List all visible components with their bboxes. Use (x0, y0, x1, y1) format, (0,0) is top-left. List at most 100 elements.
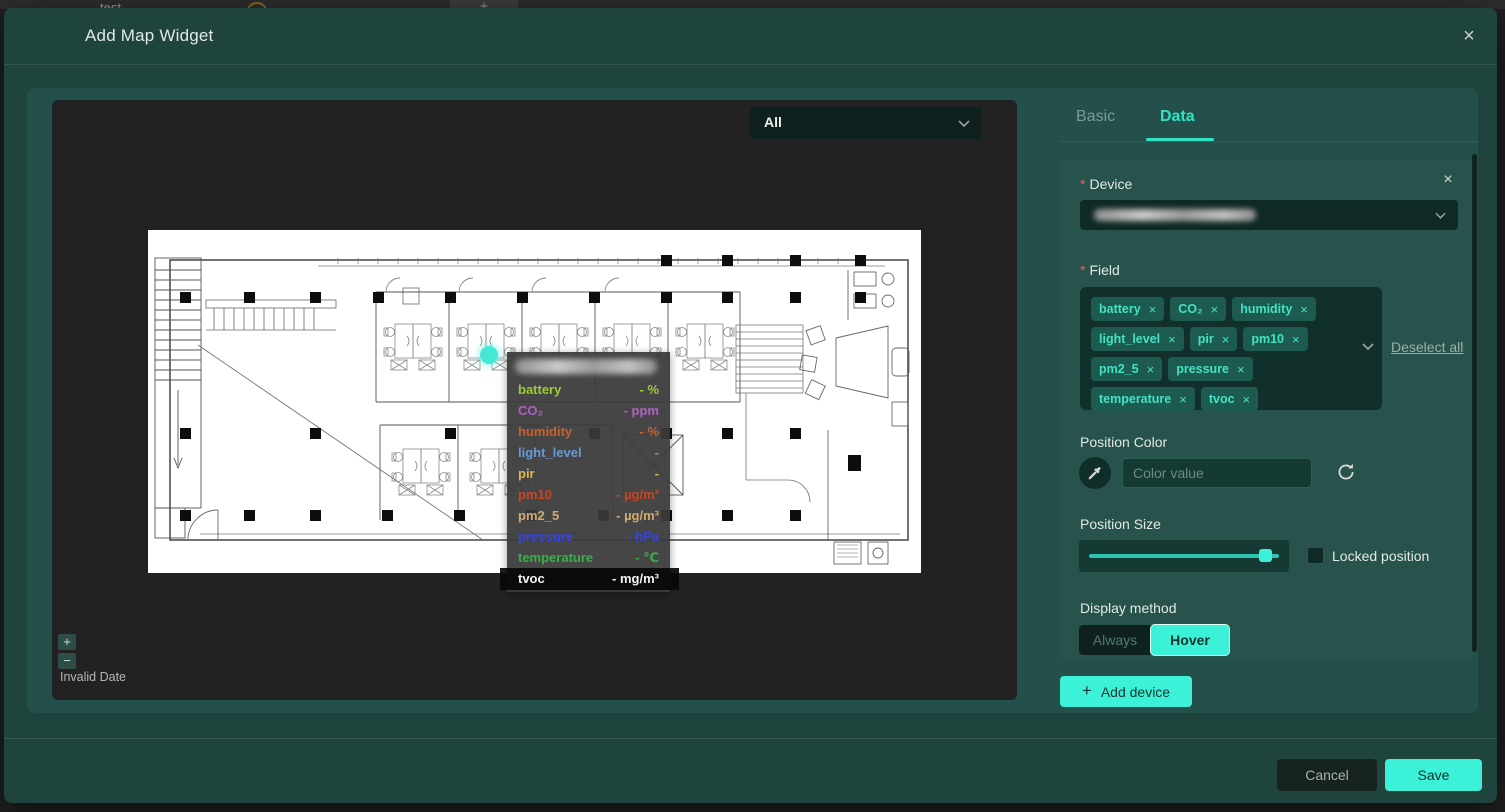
tooltip-field-name: pm2_5 (518, 505, 559, 526)
tag-remove-icon[interactable]: × (1237, 362, 1245, 377)
map-preview-area: All (52, 100, 1017, 700)
device-tooltip: battery - % CO₂ - ppmhumidity- %light_level… (507, 352, 670, 592)
field-tag-label: pressure (1176, 362, 1229, 376)
tooltip-row: CO₂ - ppm (507, 400, 670, 421)
map-filter-select[interactable]: All (750, 107, 982, 139)
add-device-label: Add device (1101, 684, 1170, 700)
field-tag-label: pm10 (1251, 332, 1284, 346)
field-label: *Field (1080, 262, 1120, 278)
tab-basic[interactable]: Basic (1076, 108, 1115, 126)
field-tag: temperature × (1091, 387, 1195, 411)
tooltip-row: pm10 - µg/m³ (507, 484, 670, 505)
field-tag-label: pir (1198, 332, 1214, 346)
tooltip-row: pm2_5 - µg/m³ (507, 505, 670, 526)
tooltip-device-name (507, 352, 670, 379)
field-tag: pm10 × (1243, 327, 1307, 351)
slider-track[interactable] (1089, 554, 1279, 558)
field-tag-label: pm2_5 (1099, 362, 1139, 376)
refresh-color-icon[interactable] (1336, 462, 1356, 482)
field-tag-label: temperature (1099, 392, 1171, 406)
field-tag: battery × (1091, 297, 1164, 321)
chevron-down-icon (1435, 212, 1446, 219)
deselect-all-link[interactable]: Deselect all (1391, 339, 1463, 355)
tooltip-field-name: pm10 (518, 484, 552, 505)
tag-remove-icon[interactable]: × (1149, 302, 1157, 317)
slider-thumb[interactable] (1259, 549, 1272, 562)
field-tag: pressure × (1168, 357, 1252, 381)
field-tag-list: battery×CO₂×humidity×light_level×pir×pm1… (1088, 294, 1358, 414)
tooltip-field-value: - µg/m³ (616, 505, 659, 526)
map-zoom-in-button[interactable]: + (58, 634, 76, 650)
device-select[interactable] (1080, 200, 1458, 230)
tooltip-row: tvoc - mg/m³ (500, 568, 679, 590)
tab-separator (1060, 141, 1478, 142)
tag-remove-icon[interactable]: × (1147, 362, 1155, 377)
tooltip-field-value: - mg/m³ (612, 568, 659, 590)
field-tag: pir × (1190, 327, 1238, 351)
device-label: *Device (1080, 176, 1132, 192)
locked-position-checkbox[interactable] (1307, 547, 1324, 564)
eyedropper-button[interactable] (1079, 457, 1111, 489)
eyedropper-icon (1086, 464, 1104, 482)
tooltip-row: temperature- ℃ (507, 547, 670, 568)
map-zoom-out-button[interactable]: − (58, 653, 76, 669)
tab-data[interactable]: Data (1160, 108, 1195, 126)
tooltip-field-value: - ppm (624, 400, 659, 421)
tooltip-field-value: - µg/m³ (616, 484, 659, 505)
field-tag-label: CO₂ (1178, 302, 1202, 316)
tag-remove-icon[interactable]: × (1292, 332, 1300, 347)
tooltip-row: pir- (507, 463, 670, 484)
tooltip-row: humidity- % (507, 421, 670, 442)
add-device-button[interactable]: + Add device (1060, 676, 1192, 707)
field-tag: light_level × (1091, 327, 1184, 351)
tooltip-field-name: battery (518, 379, 561, 400)
cancel-button[interactable]: Cancel (1277, 759, 1377, 791)
chevron-down-icon (1362, 343, 1374, 350)
tooltip-row: pressure - hPa (507, 526, 670, 547)
panel-scrollbar[interactable] (1472, 154, 1477, 652)
save-button[interactable]: Save (1385, 759, 1482, 791)
tag-remove-icon[interactable]: × (1168, 332, 1176, 347)
tooltip-field-name: tvoc (518, 568, 545, 590)
field-tag: tvoc × (1201, 387, 1258, 411)
field-tag: humidity × (1232, 297, 1316, 321)
field-tag-label: humidity (1240, 302, 1292, 316)
color-value-input[interactable] (1122, 458, 1312, 488)
plus-icon: + (1082, 681, 1092, 701)
tag-remove-icon[interactable]: × (1243, 392, 1251, 407)
tooltip-field-value: - hPa (627, 526, 659, 547)
device-config-card: × *Device *Field battery×CO₂×humidity×li… (1060, 160, 1472, 660)
tooltip-field-value: - % (640, 379, 660, 400)
tooltip-field-name: CO₂ (518, 400, 543, 421)
display-method-option-hover[interactable]: Hover (1151, 625, 1229, 655)
locked-position-label: Locked position (1332, 548, 1429, 564)
tooltip-field-value: - ℃ (635, 547, 659, 568)
tooltip-field-value: - (655, 442, 659, 463)
footer-divider (4, 738, 1497, 739)
tooltip-field-name: pressure (518, 526, 573, 547)
field-tag-label: tvoc (1209, 392, 1235, 406)
device-position-marker[interactable] (480, 346, 498, 364)
tag-remove-icon[interactable]: × (1300, 302, 1308, 317)
required-mark: * (1080, 176, 1085, 192)
field-tag: pm2_5 × (1091, 357, 1162, 381)
tag-remove-icon[interactable]: × (1179, 392, 1187, 407)
position-size-slider[interactable] (1079, 540, 1289, 572)
field-tag-label: light_level (1099, 332, 1160, 346)
tag-remove-icon[interactable]: × (1211, 302, 1219, 317)
field-tag-label: battery (1099, 302, 1141, 316)
position-size-label: Position Size (1080, 516, 1161, 532)
field-multiselect[interactable]: battery×CO₂×humidity×light_level×pir×pm1… (1080, 287, 1382, 410)
device-name-redacted (515, 359, 657, 374)
tooltip-field-name: light_level (518, 442, 582, 463)
display-method-option-always[interactable]: Always (1079, 625, 1151, 655)
remove-device-config-icon[interactable]: × (1438, 170, 1458, 190)
dialog-header: Add Map Widget × (4, 8, 1497, 65)
map-status-text: Invalid Date (60, 670, 126, 684)
tooltip-field-name: pir (518, 463, 535, 484)
dialog-close-icon[interactable]: × (1457, 24, 1481, 48)
tooltip-field-name: humidity (518, 421, 572, 442)
tag-remove-icon[interactable]: × (1222, 332, 1230, 347)
dialog-title: Add Map Widget (85, 26, 213, 46)
display-method-label: Display method (1080, 600, 1177, 616)
